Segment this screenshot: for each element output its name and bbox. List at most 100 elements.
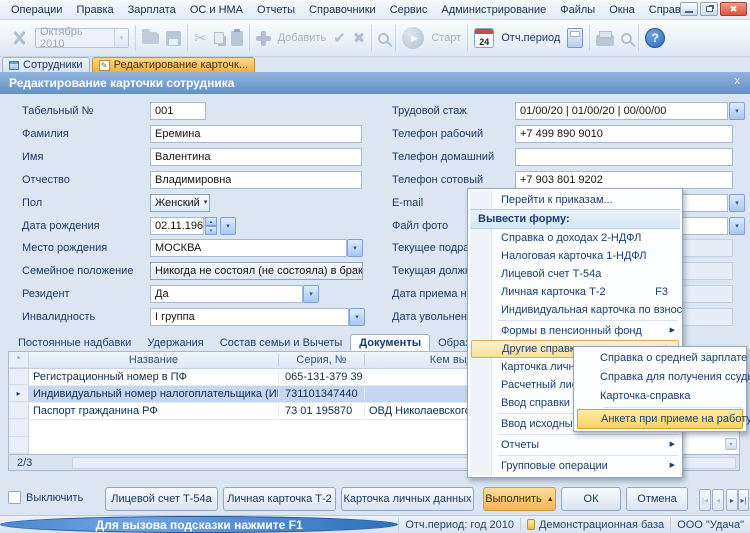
nav-first-button[interactable]: |◂ — [699, 489, 711, 511]
spin-down-icon[interactable]: ▾ — [205, 226, 217, 235]
menu-item-individual-card[interactable]: Индивидуальная карточка по взносам — [468, 301, 682, 319]
status-organization: ООО "Удача" — [671, 516, 750, 533]
personal-card-t2-button[interactable]: Личная карточка Т-2 — [223, 487, 336, 511]
menubar-item-windows[interactable]: Окна — [602, 2, 642, 18]
photo-combo-button[interactable]: ▾ — [729, 217, 745, 235]
tab-documents[interactable]: Документы — [350, 334, 430, 351]
seniority-field[interactable]: 01/00/20 | 01/00/20 | 00/00/00 — [515, 102, 728, 120]
menu-item-account-t54a[interactable]: Лицевой счет Т-54а — [468, 265, 682, 283]
scrollbar-down-icon[interactable]: ▾ — [725, 438, 737, 450]
tab-edit-card[interactable]: ✎ Редактирование карточк... — [92, 57, 255, 72]
column-header-name[interactable]: Название — [29, 354, 279, 366]
menubar-item-assets[interactable]: ОС и НМА — [183, 2, 250, 18]
tab-employees[interactable]: Сотрудники — [2, 57, 90, 72]
disability-combo-button[interactable]: ▾ — [349, 308, 365, 326]
tab-deductions[interactable]: Удержания — [139, 335, 211, 351]
copy-icon[interactable] — [214, 32, 224, 44]
marital-status-dropdown[interactable]: Никогда не состоял (не состояла) в браке… — [150, 262, 363, 280]
minimize-button[interactable] — [680, 2, 698, 16]
print-icon[interactable] — [596, 35, 614, 46]
menubar-item-directories[interactable]: Справочники — [302, 2, 383, 18]
save-icon[interactable] — [166, 31, 181, 46]
close-button[interactable]: ✖ — [720, 2, 747, 16]
email-combo-button[interactable]: ▾ — [729, 194, 745, 212]
column-header-serial[interactable]: Серия, № — [279, 354, 365, 366]
mobile-phone-field[interactable]: +7 903 801 9202 — [515, 171, 733, 189]
menu-item-2ndfl[interactable]: Справка о доходах 2-НДФЛ — [468, 229, 682, 247]
birthdate-field[interactable]: 02.11.1961 — [150, 217, 204, 235]
dialog-close-icon[interactable]: x — [735, 75, 741, 87]
surname-field[interactable]: Еремина — [150, 125, 362, 143]
nav-prev-button[interactable]: ◂ — [712, 489, 724, 511]
report-period-calendar-icon[interactable]: 24 — [474, 28, 494, 48]
menu-item-goto-orders[interactable]: Перейти к приказам... — [468, 191, 682, 209]
name-field[interactable]: Валентина — [150, 148, 362, 166]
patronymic-field[interactable]: Владимировна — [150, 171, 362, 189]
help-icon[interactable]: ? — [645, 28, 665, 48]
field-label: Телефон домашний — [392, 148, 494, 166]
seniority-combo-button[interactable]: ▾ — [729, 102, 745, 120]
checkbox-icon[interactable] — [8, 491, 21, 504]
menubar-item-files[interactable]: Файлы — [553, 2, 602, 18]
cancel-icon[interactable]: ✖ — [353, 31, 366, 46]
menubar-item-reports[interactable]: Отчеты — [250, 2, 302, 18]
tab-label: Сотрудники — [23, 59, 83, 71]
period-combobox[interactable]: Октябрь 2010 ▾ — [35, 28, 129, 48]
menu-item-card-t2[interactable]: Личная карточка Т-2 F3 — [468, 283, 682, 301]
personal-account-button[interactable]: Лицевой счет Т-54а — [105, 487, 218, 511]
execute-label: Выполнить — [485, 493, 541, 505]
menu-item-pension-forms[interactable]: Формы в пенсионный фонд ▶ — [468, 322, 682, 340]
spin-up-icon[interactable]: ▴ — [205, 217, 217, 226]
work-phone-field[interactable]: +7 499 890 9010 — [515, 125, 733, 143]
menu-item-reports[interactable]: Отчеты ▶ — [468, 436, 682, 454]
menubar-item-service[interactable]: Сервис — [383, 2, 435, 18]
menu-accelerator: F3 — [655, 283, 668, 301]
submenu-arrow-icon: ▶ — [670, 436, 675, 454]
menubar-item-salary[interactable]: Зарплата — [121, 2, 183, 18]
calculator-icon[interactable] — [567, 28, 583, 48]
submenu-item-average-salary[interactable]: Справка о средней зарплате — [574, 349, 746, 368]
personal-data-card-button[interactable]: Карточка личных данных — [341, 487, 474, 511]
nav-next-button[interactable]: ▸ — [726, 489, 738, 511]
menu-item-1ndfl[interactable]: Налоговая карточка 1-НДФЛ — [468, 247, 682, 265]
menu-separator — [498, 434, 678, 435]
birthplace-combo-button[interactable]: ▾ — [347, 239, 363, 257]
home-phone-field[interactable] — [515, 148, 733, 166]
menubar-item-operations[interactable]: Операции — [4, 2, 69, 18]
birthplace-field[interactable]: МОСКВА — [150, 239, 347, 257]
submenu-item-hiring-questionnaire[interactable]: Анкета при приеме на работу — [577, 409, 743, 429]
cancel-button[interactable]: Отмена — [626, 487, 688, 511]
cut-icon[interactable]: ✂ — [194, 31, 207, 46]
menubar-item-administration[interactable]: Администрирование — [434, 2, 553, 18]
open-icon[interactable] — [142, 32, 159, 44]
confirm-icon[interactable]: ✔ — [333, 31, 346, 46]
ok-button[interactable]: ОК — [561, 487, 621, 511]
nav-last-button[interactable]: ▸| — [738, 489, 749, 511]
employee-number-field[interactable]: 001 — [150, 102, 206, 120]
submenu-item-card-certificate[interactable]: Карточка-справка — [574, 387, 746, 406]
disable-checkbox[interactable]: Выключить — [8, 491, 83, 504]
submenu-item-loan-certificate[interactable]: Справка для получения ссуды — [574, 368, 746, 387]
disability-field[interactable]: I группа — [150, 308, 349, 326]
resident-field[interactable]: Да — [150, 285, 303, 303]
gender-dropdown[interactable]: Женский ▾ — [150, 194, 210, 212]
menubar-item-edit[interactable]: Правка — [69, 2, 120, 18]
birthdate-calendar-button[interactable]: ▾ — [220, 217, 236, 235]
restore-button[interactable] — [700, 2, 718, 16]
resident-combo-button[interactable]: ▾ — [303, 285, 319, 303]
preview-icon[interactable] — [621, 33, 632, 44]
add-icon[interactable] — [256, 31, 271, 46]
field-label: Место рождения — [22, 239, 107, 257]
tab-allowances[interactable]: Постоянные надбавки — [10, 335, 139, 351]
menu-item-group-operations[interactable]: Групповые операции ▶ — [468, 457, 682, 475]
calendar-day: 24 — [479, 37, 489, 47]
search-icon[interactable] — [378, 33, 389, 44]
paste-icon[interactable] — [231, 31, 243, 46]
status-bar: Для вызова подсказки нажмите F1 Отч.пери… — [0, 515, 750, 533]
start-icon[interactable]: ▶ — [402, 27, 424, 49]
birthdate-spinner[interactable]: ▴ ▾ — [205, 217, 217, 235]
tab-family[interactable]: Состав семьи и Вычеты — [212, 335, 350, 351]
marital-status-value: Никогда не состоял (не состояла) в браке — [155, 263, 363, 279]
execute-button[interactable]: Выполнить ▲ — [483, 487, 556, 511]
settings-tools-icon[interactable] — [10, 29, 28, 47]
